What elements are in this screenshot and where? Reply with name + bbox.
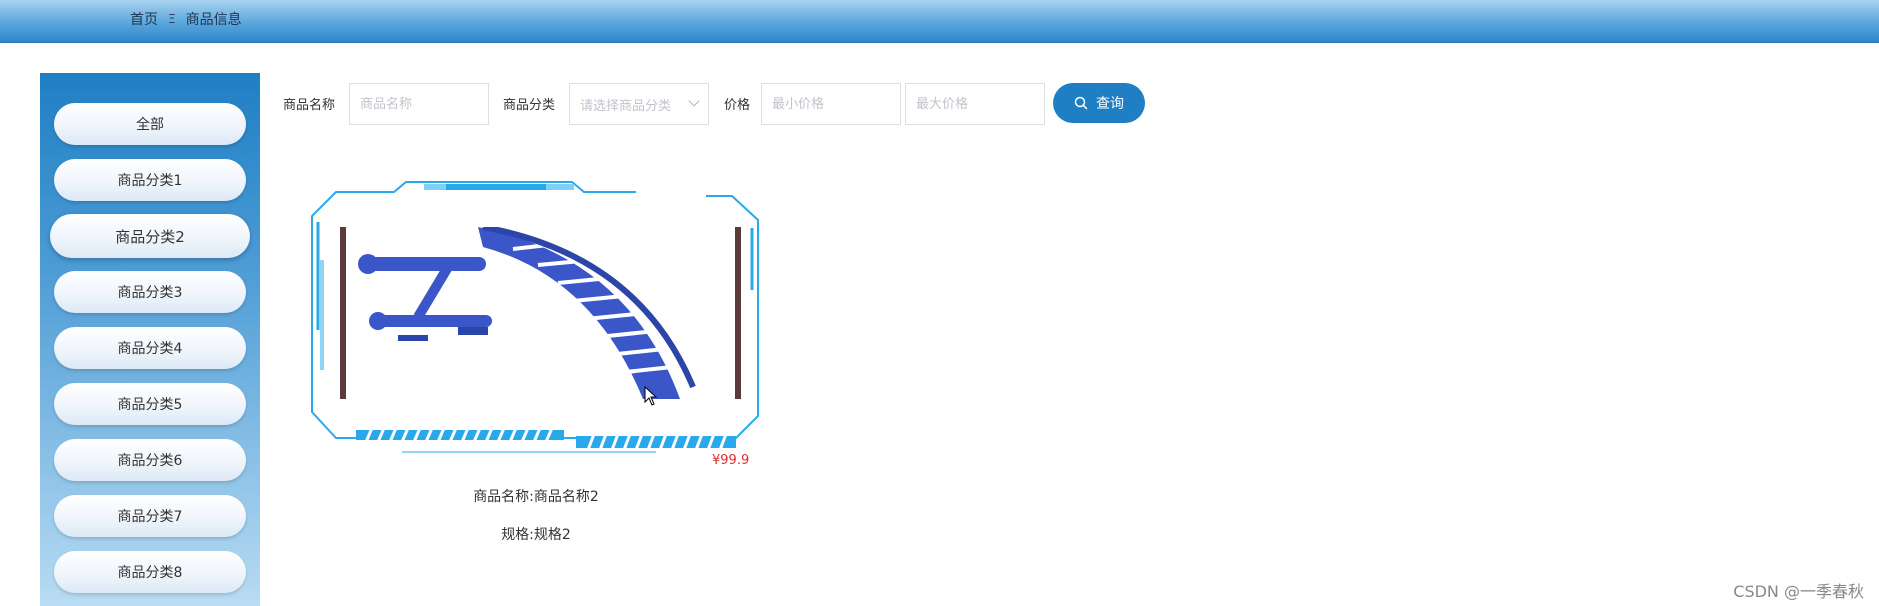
product-spec: 规格:规格2 bbox=[501, 527, 571, 543]
category-all-button[interactable]: 全部 bbox=[54, 103, 246, 145]
category-8-button[interactable]: 商品分类8 bbox=[54, 551, 246, 593]
category-5-button[interactable]: 商品分类5 bbox=[54, 383, 246, 425]
category-select-placeholder: 请选择商品分类 bbox=[580, 98, 672, 114]
category-4-button[interactable]: 商品分类4 bbox=[54, 327, 246, 369]
search-icon bbox=[1074, 96, 1088, 110]
product-card[interactable]: ¥99.9 商品名称:商品名称2 规格:规格2 bbox=[306, 180, 766, 550]
category-7-button[interactable]: 商品分类7 bbox=[54, 495, 246, 537]
category-1-button[interactable]: 商品分类1 bbox=[54, 159, 246, 201]
name-filter-label: 商品名称 bbox=[283, 98, 336, 113]
price-filter-label: 价格 bbox=[724, 98, 751, 113]
category-sidebar: 全部 商品分类1 商品分类2 商品分类3 商品分类4 商品分类5 商品分类6 商… bbox=[40, 73, 260, 606]
category-filter-label: 商品分类 bbox=[503, 98, 556, 113]
product-name[interactable]: 商品名称:商品名称2 bbox=[306, 486, 766, 506]
top-bar: 首页 Ξ 商品信息 bbox=[0, 0, 1879, 43]
product-price: ¥99.9 bbox=[712, 453, 750, 468]
watermark: CSDN @一季春秋 bbox=[1733, 582, 1864, 601]
breadcrumb-current: 商品信息 bbox=[185, 12, 242, 28]
search-button[interactable]: 查询 bbox=[1053, 83, 1145, 123]
mouse-cursor-icon bbox=[644, 386, 658, 406]
category-2-button[interactable]: 商品分类2 bbox=[50, 214, 250, 258]
breadcrumb-home[interactable]: 首页 bbox=[130, 9, 158, 29]
max-price-input[interactable] bbox=[905, 83, 1045, 125]
chevron-down-icon bbox=[688, 95, 700, 107]
product-image[interactable] bbox=[338, 227, 743, 399]
breadcrumb: 首页 Ξ 商品信息 bbox=[130, 9, 242, 29]
category-3-button[interactable]: 商品分类3 bbox=[54, 271, 246, 313]
name-filter-input[interactable] bbox=[349, 83, 489, 125]
breadcrumb-separator-icon: Ξ bbox=[168, 12, 176, 26]
min-price-input[interactable] bbox=[761, 83, 901, 125]
category-filter-select[interactable]: 请选择商品分类 bbox=[569, 83, 709, 125]
category-6-button[interactable]: 商品分类6 bbox=[54, 439, 246, 481]
search-button-label: 查询 bbox=[1096, 96, 1124, 112]
